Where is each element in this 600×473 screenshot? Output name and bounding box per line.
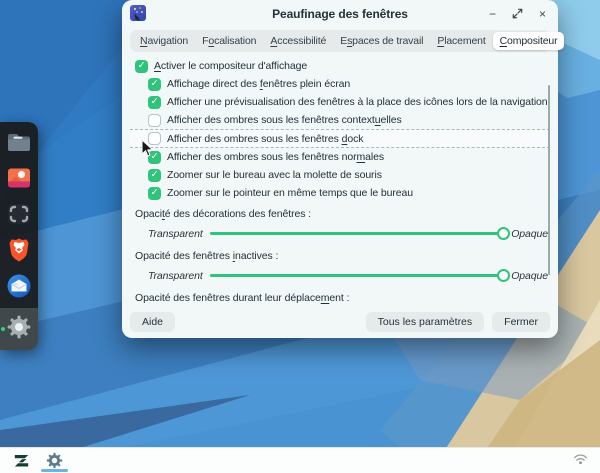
checkbox-label: Affichage direct des fenêtres plein écra… xyxy=(167,78,350,90)
minimize-button[interactable]: − xyxy=(489,8,496,20)
sparkle-wand-icon xyxy=(130,5,146,21)
tab-espaces-de-travail[interactable]: Espaces de travail xyxy=(333,32,430,50)
thunderbird-icon xyxy=(5,272,33,300)
checkbox-row[interactable]: ✓ Zoomer sur le pointeur en même temps qu… xyxy=(130,184,550,202)
tab-navigation[interactable]: Navigation xyxy=(133,32,195,50)
system-tray xyxy=(573,452,588,470)
diagonal-arrows-icon xyxy=(512,8,523,19)
tab-placement[interactable]: Placement xyxy=(430,32,492,50)
slider-track[interactable] xyxy=(210,226,505,241)
checkbox-checked-icon[interactable]: ✓ xyxy=(148,96,161,109)
opacity-slider: Transparent Opaque xyxy=(130,265,550,286)
footer-button-bar: Aide Tous les paramètres Fermer xyxy=(122,306,558,338)
close-button[interactable]: × xyxy=(539,8,546,20)
mouse-cursor xyxy=(141,139,155,159)
running-indicator-dot xyxy=(1,327,5,331)
slider-min-label: Transparent xyxy=(148,228,203,240)
checkbox-label: Zoomer sur le pointeur en même temps que… xyxy=(167,187,413,199)
checkbox-row[interactable]: ✓ Activer le compositeur d'affichage xyxy=(130,57,550,75)
checkbox-checked-icon[interactable]: ✓ xyxy=(148,169,161,182)
slider-section-label: Opacité des décorations des fenêtres : xyxy=(135,208,550,223)
active-task-underline xyxy=(41,469,68,472)
checkbox-checked-icon[interactable]: ✓ xyxy=(135,60,148,73)
photos-icon xyxy=(5,164,33,192)
checkbox-row[interactable]: Afficher des ombres sous les fenêtres do… xyxy=(130,129,550,148)
window-controls: − × xyxy=(489,0,546,27)
opacity-slider: Transparent Opaque xyxy=(130,223,550,244)
tab-accessibilite[interactable]: Accessibilité xyxy=(263,32,333,50)
checkbox-label: Activer le compositeur d'affichage xyxy=(154,60,307,72)
checkbox-label: Afficher des ombres sous les fenêtres no… xyxy=(167,151,384,163)
slider-filled-line xyxy=(210,232,505,235)
checkbox-label: Zoomer sur le bureau avec la molette de … xyxy=(167,169,382,181)
folder-icon xyxy=(5,128,33,156)
checkbox-row[interactable]: Afficher des ombres sous les fenêtres co… xyxy=(130,111,550,129)
close-button[interactable]: Fermer xyxy=(492,312,550,332)
taskbar-item-zorin-menu[interactable] xyxy=(12,448,31,473)
tab-focalisation[interactable]: Focalisation xyxy=(195,32,263,50)
slider-section-label: Opacité des fenêtres durant leur déplace… xyxy=(135,292,550,304)
window-tweaks-dialog: Peaufinage des fenêtres − × NavigationFo… xyxy=(122,0,558,338)
checkbox-checked-icon[interactable]: ✓ xyxy=(148,187,161,200)
slider-handle[interactable] xyxy=(497,227,510,240)
dock-item-settings[interactable] xyxy=(0,308,38,350)
maximize-button[interactable] xyxy=(512,8,523,19)
screenshot-icon xyxy=(5,200,33,228)
slider-track[interactable] xyxy=(210,268,505,283)
gear-icon xyxy=(5,313,33,341)
gear-icon xyxy=(45,451,64,470)
slider-handle[interactable] xyxy=(497,269,510,282)
titlebar[interactable]: Peaufinage des fenêtres − × xyxy=(122,0,558,27)
dock-item-brave-browser[interactable] xyxy=(5,236,33,264)
checkbox-row[interactable]: ✓ Zoomer sur le bureau avec la molette de… xyxy=(130,166,550,184)
slider-filled-line xyxy=(210,274,505,277)
taskbar-item-settings-window[interactable] xyxy=(45,448,64,473)
zorin-logo-icon xyxy=(12,451,31,470)
dock xyxy=(0,122,38,350)
checkbox-label: Afficher des ombres sous les fenêtres do… xyxy=(167,133,363,145)
vertical-scrollbar[interactable] xyxy=(548,85,550,275)
checkbox-label: Afficher une prévisualisation des fenêtr… xyxy=(167,96,548,108)
all-settings-button[interactable]: Tous les paramètres xyxy=(366,312,485,332)
compositor-settings-panel: ✓Activer le compositeur d'affichage✓Affi… xyxy=(130,57,550,304)
slider-max-label: Opaque xyxy=(511,270,548,282)
dock-item-image-viewer[interactable] xyxy=(5,164,33,192)
checkbox-row[interactable]: ✓Afficher des ombres sous les fenêtres n… xyxy=(130,148,550,166)
help-button[interactable]: Aide xyxy=(130,312,175,332)
slider-min-label: Transparent xyxy=(148,270,203,282)
checkbox-unchecked-icon[interactable] xyxy=(148,114,161,127)
tab-compositeur[interactable]: Compositeur xyxy=(493,32,565,50)
checkbox-checked-icon[interactable]: ✓ xyxy=(148,78,161,91)
wifi-icon[interactable] xyxy=(573,452,588,470)
brave-icon xyxy=(5,236,33,264)
tab-bar: NavigationFocalisationAccessibilitéEspac… xyxy=(130,30,550,52)
dock-item-thunderbird[interactable] xyxy=(5,272,33,300)
taskbar xyxy=(0,447,600,473)
slider-max-label: Opaque xyxy=(511,228,548,240)
checkbox-row[interactable]: ✓ Affichage direct des fenêtres plein écr… xyxy=(130,75,550,93)
slider-section-label: Opacité des fenêtres inactives : xyxy=(135,250,550,265)
dock-item-files[interactable] xyxy=(5,128,33,156)
dock-item-screenshot[interactable] xyxy=(5,200,33,228)
checkbox-row[interactable]: ✓ Afficher une prévisualisation des fenêt… xyxy=(130,93,550,111)
checkbox-label: Afficher des ombres sous les fenêtres co… xyxy=(167,114,402,126)
